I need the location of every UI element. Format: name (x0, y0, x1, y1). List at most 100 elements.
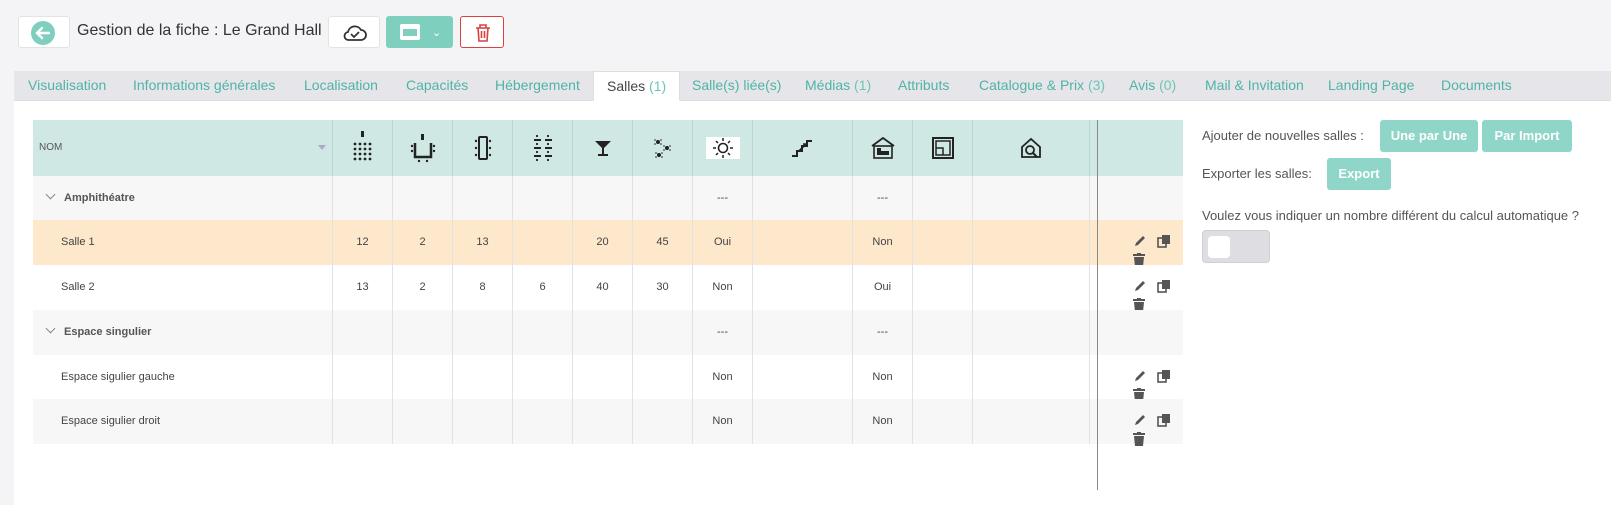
table-cell (393, 176, 453, 221)
table-cell: 13 (453, 220, 513, 265)
chevron-down-icon[interactable] (45, 189, 56, 200)
table-cell: --- (853, 310, 913, 355)
toggle-knob (1208, 236, 1230, 258)
page-title: Gestion de la fiche : Le Grand Hall (77, 22, 322, 39)
pencil-icon[interactable] (1133, 413, 1147, 432)
table-cell: 45 (633, 220, 693, 265)
u-shape-icon (410, 134, 435, 163)
tab-salles-liees[interactable]: Salle(s) liée(s) (692, 71, 781, 101)
table-cell (633, 310, 693, 355)
tab-capacites[interactable]: Capacités (406, 71, 468, 101)
table-cell: Non (693, 399, 753, 444)
room-name-cell: Espace sigulier gauche (33, 355, 333, 400)
table-row-group[interactable]: Amphithéatre --- --- (33, 176, 1183, 221)
copy-icon[interactable] (1157, 234, 1171, 253)
row-actions (1133, 413, 1183, 451)
table-row-group[interactable]: Espace singulier --- --- (33, 310, 1183, 355)
trash-icon (476, 24, 490, 42)
pencil-icon[interactable] (1133, 279, 1147, 298)
cocktail-icon (594, 141, 611, 156)
tab-documents[interactable]: Documents (1441, 71, 1512, 101)
column-header-accommodation (853, 120, 913, 176)
table-cell (573, 355, 633, 400)
table-cell (973, 176, 1090, 221)
table-cell: --- (693, 176, 753, 221)
tab-mail-invitation[interactable]: Mail & Invitation (1205, 71, 1304, 101)
group-name-cell: Espace singulier (33, 310, 333, 355)
table-cell: 30 (633, 265, 693, 310)
sort-icon (318, 145, 326, 150)
banquet-icon (653, 139, 671, 158)
table-cell (393, 355, 453, 400)
column-header-boardroom (453, 120, 513, 176)
copy-icon[interactable] (1157, 369, 1171, 388)
table-cell: 40 (573, 265, 633, 310)
table-cell (333, 399, 393, 444)
save-dropdown-button[interactable]: ⌄ (386, 16, 453, 48)
resize-divider[interactable] (1097, 120, 1098, 490)
auto-calc-toggle[interactable] (1202, 230, 1270, 263)
tab-localisation[interactable]: Localisation (304, 71, 378, 101)
export-button[interactable]: Export (1327, 158, 1391, 190)
table-cell (973, 355, 1090, 400)
table-cell: 2 (393, 220, 453, 265)
trash-icon[interactable] (1133, 432, 1145, 451)
table-cell (333, 310, 393, 355)
copy-icon[interactable] (1157, 413, 1171, 432)
add-one-by-one-button[interactable]: Une par Une (1380, 120, 1478, 152)
card-icon (400, 24, 420, 40)
room-name-cell: Espace sigulier droit (33, 399, 333, 444)
table-cell (753, 265, 853, 310)
tab-hebergement[interactable]: Hébergement (495, 71, 580, 101)
back-button[interactable] (18, 16, 70, 48)
copy-icon[interactable] (1157, 279, 1171, 298)
table-cell (753, 310, 853, 355)
tab-bar: Visualisation Informations générales Loc… (14, 71, 1611, 101)
table-cell (913, 399, 973, 444)
tab-visualisation[interactable]: Visualisation (28, 71, 106, 101)
tab-avis[interactable]: Avis (0) (1129, 71, 1176, 101)
column-header-daylight (693, 120, 753, 176)
tab-salles[interactable]: Salles (1) (593, 71, 681, 101)
table-cell (573, 310, 633, 355)
table-cell: --- (693, 310, 753, 355)
table-cell (633, 399, 693, 444)
table-cell (513, 399, 573, 444)
tab-landing-page[interactable]: Landing Page (1328, 71, 1414, 101)
accommodation-icon (870, 136, 895, 159)
add-by-import-button[interactable]: Par Import (1482, 120, 1572, 152)
table-cell (633, 355, 693, 400)
table-cell (753, 220, 853, 265)
chevron-down-icon: ⌄ (432, 27, 442, 39)
table-cell (753, 176, 853, 221)
table-cell (453, 176, 513, 221)
delete-button[interactable] (460, 16, 504, 48)
table-row[interactable]: Salle 1 12 2 13 20 45 Oui Non (33, 220, 1183, 267)
table-row[interactable]: Salle 2 13 2 8 6 40 30 Non Oui (33, 265, 1183, 312)
pencil-icon[interactable] (1133, 369, 1147, 388)
tab-informations-generales[interactable]: Informations générales (133, 71, 275, 101)
daylight-icon (705, 137, 740, 159)
column-header-banquet (633, 120, 693, 176)
pencil-icon[interactable] (1133, 234, 1147, 253)
column-header-nom[interactable]: NOM (33, 120, 333, 176)
search-room-icon (1021, 137, 1041, 158)
table-cell (753, 355, 853, 400)
table-row[interactable]: Espace sigulier gauche Non Non (33, 355, 1183, 402)
tab-medias[interactable]: Médias (1) (805, 71, 871, 101)
tab-attributs[interactable]: Attributs (898, 71, 949, 101)
table-cell (753, 399, 853, 444)
table-row[interactable]: Espace sigulier droit Non Non (33, 399, 1183, 446)
chevron-down-icon[interactable] (45, 323, 56, 334)
table-cell (573, 399, 633, 444)
table-cell (913, 310, 973, 355)
table-cell (393, 399, 453, 444)
room-name-cell: Salle 1 (33, 220, 333, 265)
column-header-actions (1090, 120, 1183, 176)
table-cell (333, 355, 393, 400)
table-cell: 13 (333, 265, 393, 310)
table-cell (913, 355, 973, 400)
tab-catalogue-prix[interactable]: Catalogue & Prix (3) (979, 71, 1105, 101)
column-header-stairs (753, 120, 853, 176)
sync-button[interactable] (328, 16, 380, 48)
